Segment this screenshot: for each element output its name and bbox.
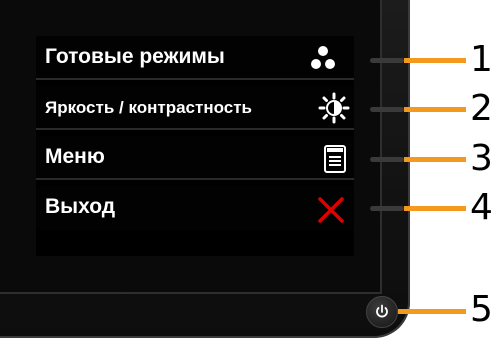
menu-item-label: Готовые режимы — [45, 45, 225, 68]
menu-item-brightness-contrast[interactable]: Яркость / контрастность — [36, 86, 354, 130]
callout-number-4: 4 — [470, 187, 493, 228]
side-button-2[interactable] — [370, 107, 404, 112]
preset-modes-icon — [311, 46, 335, 69]
brightness-contrast-icon — [318, 92, 350, 124]
callout-number-1: 1 — [470, 39, 493, 80]
power-button[interactable] — [366, 296, 398, 328]
side-button-4[interactable] — [370, 206, 404, 211]
menu-item-menu[interactable]: Меню — [36, 136, 354, 180]
menu-item-label: Яркость / контрастность — [45, 98, 252, 117]
callout-line-1 — [404, 58, 466, 63]
exit-icon — [318, 197, 344, 223]
menu-item-label: Меню — [45, 145, 105, 168]
callout-line-3 — [404, 157, 466, 162]
menu-item-label: Выход — [45, 195, 116, 218]
callout-line-4 — [404, 206, 466, 211]
menu-item-exit[interactable]: Выход — [36, 186, 354, 230]
callout-number-2: 2 — [470, 88, 493, 129]
menu-item-preset-modes[interactable]: Готовые режимы — [36, 36, 354, 80]
callout-number-5: 5 — [470, 289, 493, 330]
menu-icon — [324, 145, 346, 173]
callout-number-3: 3 — [470, 138, 493, 179]
side-button-1[interactable] — [370, 58, 404, 63]
callout-line-5 — [398, 309, 466, 314]
power-icon — [376, 304, 388, 318]
side-button-3[interactable] — [370, 157, 404, 162]
osd-menu: Готовые режимы Яркость / контрастность М… — [36, 36, 354, 256]
callout-line-2 — [404, 107, 466, 112]
